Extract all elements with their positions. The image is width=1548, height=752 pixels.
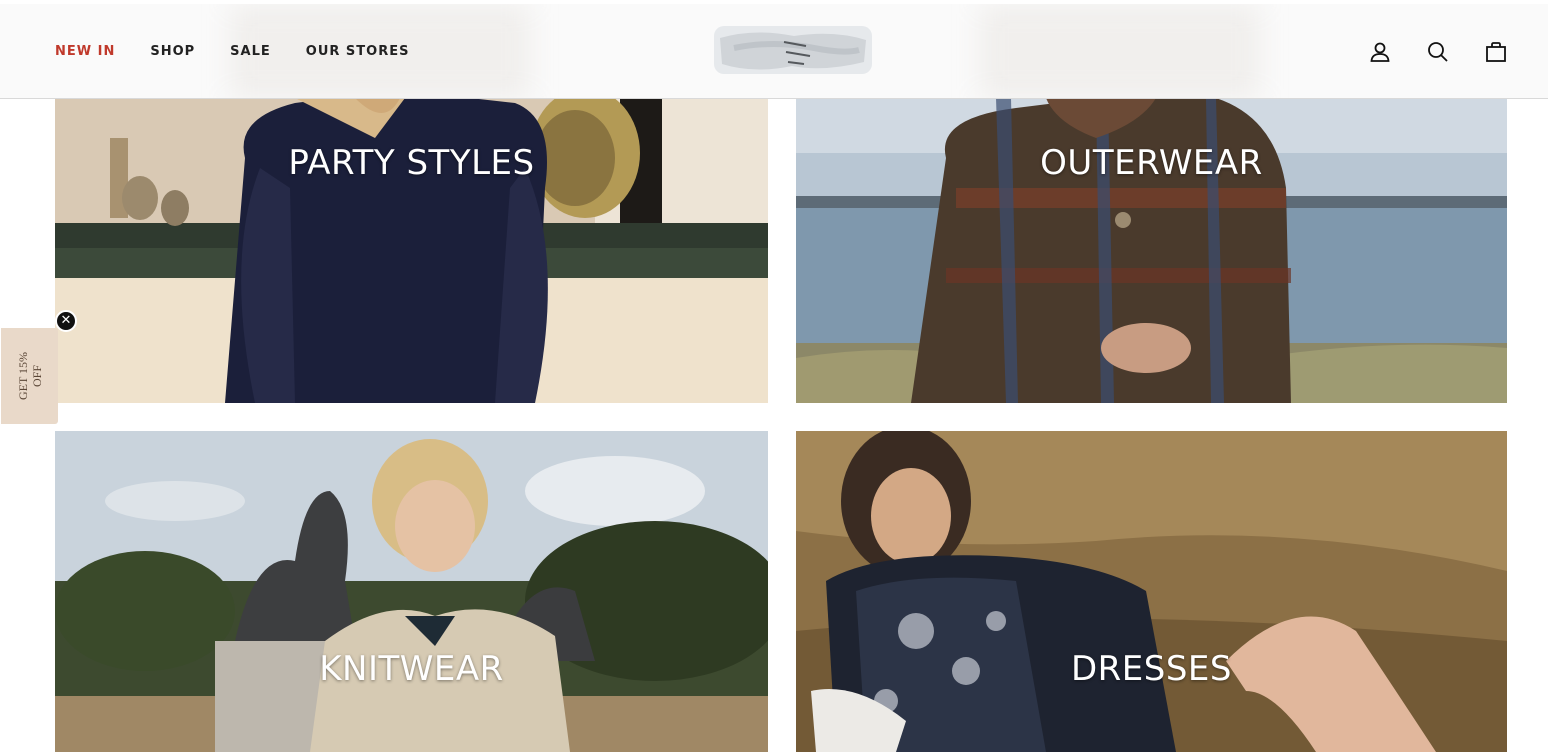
tile-label: OUTERWEAR — [1040, 143, 1263, 183]
discount-tab[interactable]: GET 15% OFF — [1, 328, 58, 424]
nav-new-in[interactable]: NEW IN — [55, 44, 115, 59]
page: PARTY STYLES OUTERWEAR KNITWEAR DRESSES … — [0, 0, 1548, 752]
site-header: NEW IN SHOP SALE OUR STORES — [0, 4, 1548, 99]
tile-label: PARTY STYLES — [288, 143, 535, 183]
category-tile-knitwear[interactable]: KNITWEAR — [55, 431, 768, 752]
category-tile-dresses[interactable]: DRESSES — [796, 431, 1507, 752]
cart-icon[interactable] — [1484, 40, 1508, 64]
category-tile-party-styles[interactable]: PARTY STYLES — [55, 98, 768, 403]
main-nav: NEW IN SHOP SALE OUR STORES — [55, 4, 410, 98]
tile-label: DRESSES — [1070, 649, 1232, 689]
knitwear-photo — [55, 431, 768, 752]
discount-line-2: OFF — [29, 364, 44, 388]
close-icon[interactable]: ✕ — [55, 310, 77, 332]
header-backdrop — [980, 4, 1260, 98]
dresses-photo — [796, 431, 1507, 752]
search-icon[interactable] — [1426, 40, 1450, 64]
nav-shop[interactable]: SHOP — [150, 44, 195, 59]
category-tile-outerwear[interactable]: OUTERWEAR — [796, 98, 1507, 403]
brand-logo[interactable] — [714, 22, 872, 78]
nav-our-stores[interactable]: OUR STORES — [306, 44, 410, 59]
discount-tab-text: GET 15% OFF — [16, 352, 44, 400]
account-icon[interactable] — [1368, 40, 1392, 64]
nav-sale[interactable]: SALE — [230, 44, 271, 59]
tile-label: KNITWEAR — [319, 649, 504, 689]
discount-line-1: GET 15% — [15, 351, 30, 401]
header-actions — [1368, 4, 1508, 98]
